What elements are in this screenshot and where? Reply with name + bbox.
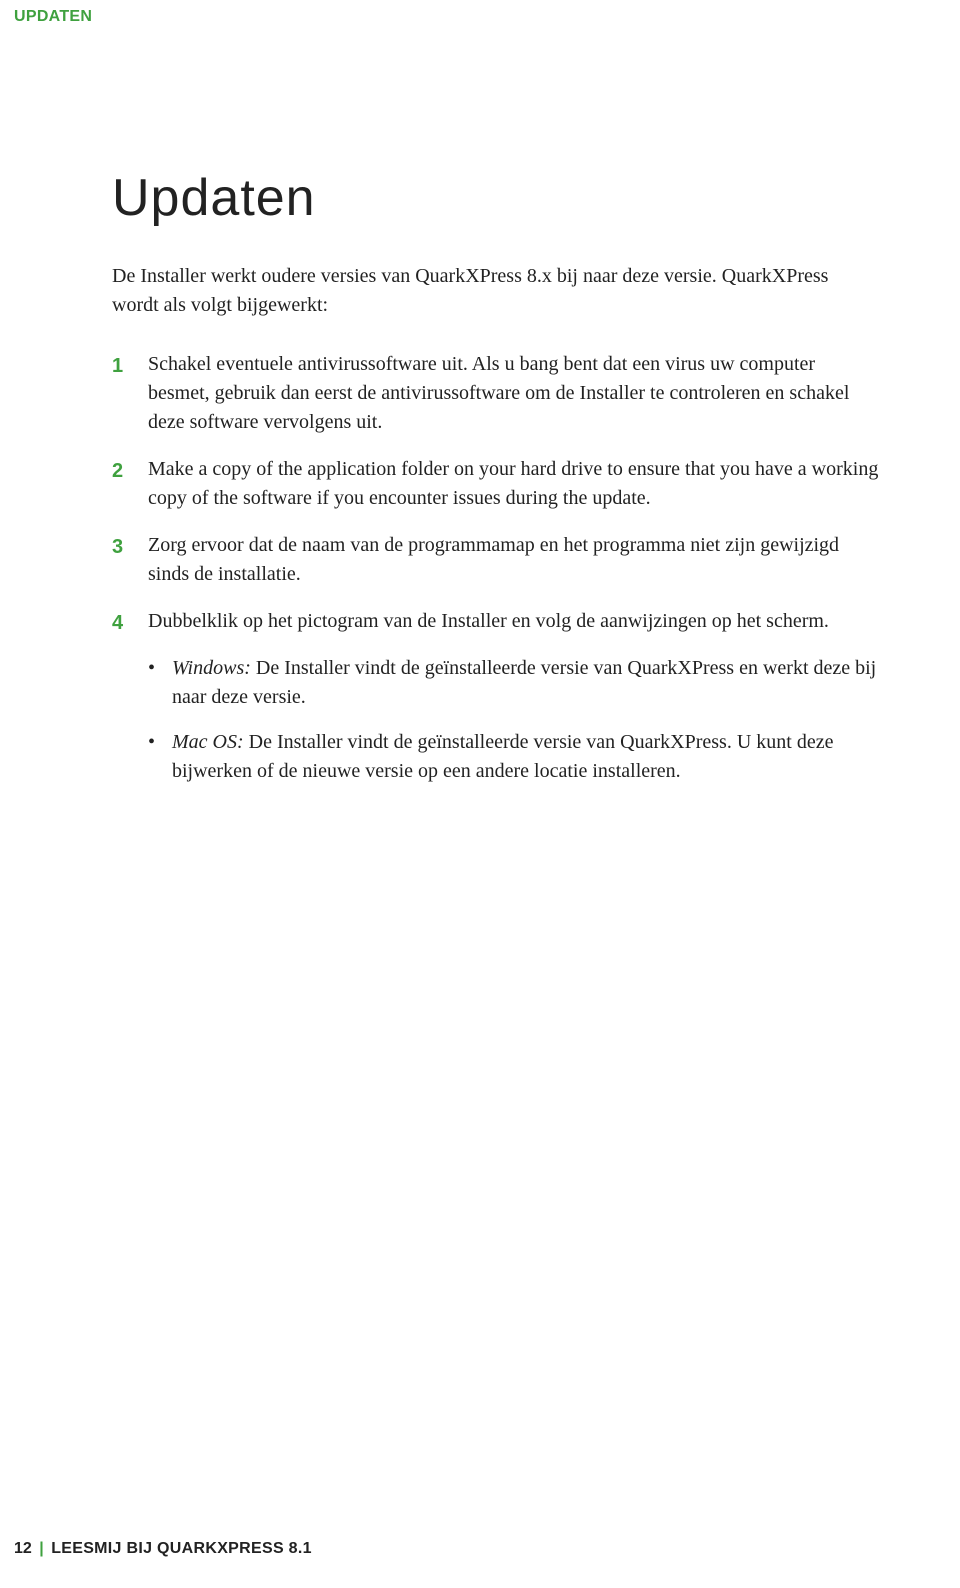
list-item: Make a copy of the application folder on… <box>112 455 880 513</box>
bullet-lead: Windows: <box>172 657 251 679</box>
list-item: Mac OS: De Installer vindt de geïnstalle… <box>148 728 880 786</box>
steps-list: Schakel eventuele antivirussoftware uit.… <box>112 350 880 636</box>
list-item: Windows: De Installer vindt de geïnstall… <box>148 654 880 712</box>
page-number: 12 <box>14 1540 32 1557</box>
bullet-text: De Installer vindt de geïnstalleerde ver… <box>172 731 833 782</box>
list-item: Schakel eventuele antivirussoftware uit.… <box>112 350 880 437</box>
list-item: Dubbelklik op het pictogram van de Insta… <box>112 607 880 636</box>
footer-separator: | <box>39 1540 43 1557</box>
bullet-lead: Mac OS: <box>172 731 244 753</box>
page-content: Updaten De Installer werkt oudere versie… <box>112 168 880 802</box>
running-header: UPDATEN <box>14 8 92 26</box>
page-footer: 12 | LEESMIJ BIJ QUARKXPRESS 8.1 <box>14 1540 312 1558</box>
footer-doc-title: LEESMIJ BIJ QUARKXPRESS 8.1 <box>51 1540 312 1557</box>
intro-paragraph: De Installer werkt oudere versies van Qu… <box>112 262 880 320</box>
bullet-text: De Installer vindt de geïnstalleerde ver… <box>172 657 876 708</box>
list-item: Zorg ervoor dat de naam van de programma… <box>112 531 880 589</box>
page-title: Updaten <box>112 168 880 228</box>
bullet-list: Windows: De Installer vindt de geïnstall… <box>148 654 880 786</box>
